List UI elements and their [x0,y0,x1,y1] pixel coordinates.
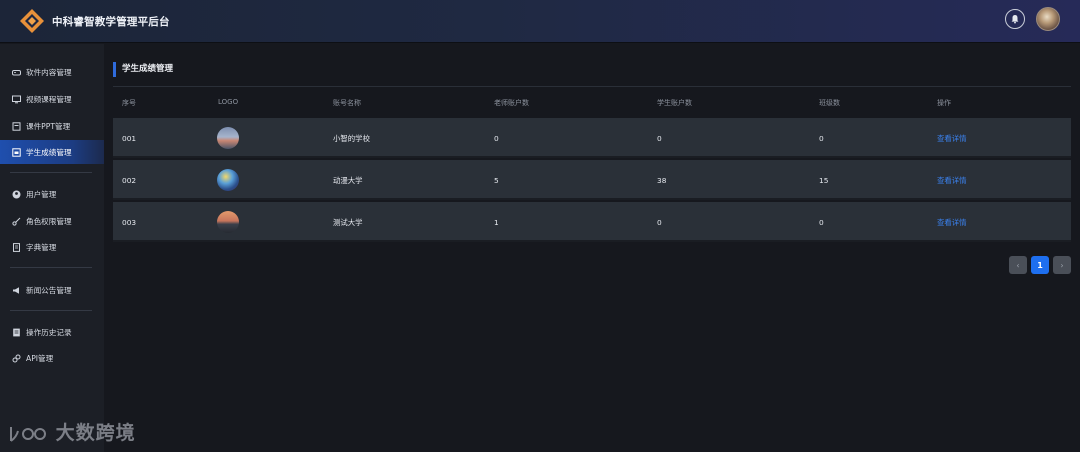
page-title: 学生成绩管理 [113,62,173,77]
sidebar-item-label: 学生成绩管理 [26,147,72,157]
sidebar-item-history[interactable]: 操作历史记录 [0,320,104,344]
row-account-name: 测试大学 [333,217,363,227]
row-teachers: 1 [494,217,499,227]
slides-icon [12,121,21,131]
view-details-link[interactable]: 查看详情 [937,118,967,158]
view-details-link[interactable]: 查看详情 [937,202,967,242]
diamond-logo-icon[interactable] [19,8,45,34]
row-students: 0 [657,217,662,227]
top-header: 中科睿智教学管理平后台 [0,0,1080,43]
user-icon [12,190,21,199]
bell-icon[interactable] [1005,9,1025,29]
watermark-logo-icon [10,426,46,442]
sidebar-item-label: 课件PPT管理 [26,121,71,131]
sidebar-divider [10,267,92,268]
row-classes: 0 [819,133,824,143]
row-teachers: 5 [494,175,499,185]
watermark-text: 大数跨境 [55,422,136,444]
column-header-actions: 操作 [937,99,951,107]
school-logo-image [217,169,239,191]
row-students: 0 [657,133,662,143]
school-logo-image [217,211,239,233]
link-icon [12,354,21,363]
sidebar-item-roles[interactable]: 角色权限管理 [0,209,104,233]
watermark: 大数跨境 [8,418,136,445]
column-header-students: 学生账户数 [657,99,692,107]
sidebar-item-api[interactable]: API管理 [0,346,104,370]
column-header-logo: LOGO [218,98,239,106]
history-icon [12,328,21,337]
table-row: 003 测试大学 1 0 0 查看详情 [113,202,1071,242]
sidebar-item-label: API管理 [26,353,54,363]
sidebar-item-news[interactable]: 新闻公告管理 [0,278,104,302]
app-title: 中科睿智教学管理平后台 [52,15,170,28]
table-row: 001 小智的学校 0 0 0 查看详情 [113,118,1071,158]
sidebar-item-ppt[interactable]: 课件PPT管理 [0,114,104,138]
monitor-icon [12,95,21,104]
book-icon [12,242,21,252]
sidebar-item-label: 软件内容管理 [26,67,72,77]
row-logo [217,202,239,242]
sidebar-item-video[interactable]: 视频课程管理 [0,87,104,111]
column-header-account-name: 账号名称 [333,99,361,107]
row-students: 38 [657,175,667,185]
column-header-teachers: 老师账户数 [494,99,529,107]
key-icon [12,217,21,226]
sidebar-item-dictionary[interactable]: 字典管理 [0,235,104,259]
page-number-button[interactable]: 1 [1031,256,1049,274]
sidebar-divider [10,172,92,173]
next-page-button[interactable]: › [1053,256,1071,274]
table-divider [113,86,1071,87]
sidebar-item-label: 角色权限管理 [26,216,72,226]
sidebar-item-software[interactable]: 软件内容管理 [0,60,104,84]
table-row: 002 动漫大学 5 38 15 查看详情 [113,160,1071,200]
sidebar-item-label: 视频课程管理 [26,94,72,104]
school-logo-image [217,127,239,149]
row-classes: 15 [819,175,829,185]
grade-icon [12,147,21,157]
sidebar-item-label: 新闻公告管理 [26,285,72,295]
view-details-link[interactable]: 查看详情 [937,160,967,200]
column-header-index: 序号 [122,99,136,107]
megaphone-icon [12,286,21,295]
sidebar: 软件内容管理 视频课程管理 课件PPT管理 学生成绩管理 用户管理 角色权限管理 [0,44,104,452]
row-logo [217,160,239,200]
user-avatar[interactable] [1036,7,1060,31]
row-index: 002 [122,175,137,185]
sidebar-item-grades[interactable]: 学生成绩管理 [0,140,104,164]
sidebar-item-users[interactable]: 用户管理 [0,182,104,206]
row-classes: 0 [819,217,824,227]
row-index: 001 [122,133,137,143]
row-account-name: 动漫大学 [333,175,363,185]
gamepad-icon [12,68,21,77]
prev-page-button[interactable]: ‹ [1009,256,1027,274]
row-logo [217,118,239,158]
sidebar-item-label: 用户管理 [26,189,57,199]
row-index: 003 [122,217,137,227]
column-header-classes: 班级数 [819,99,840,107]
sidebar-item-label: 操作历史记录 [26,327,72,337]
sidebar-divider [10,310,92,311]
row-account-name: 小智的学校 [333,133,370,143]
sidebar-item-label: 字典管理 [26,242,57,252]
row-teachers: 0 [494,133,499,143]
